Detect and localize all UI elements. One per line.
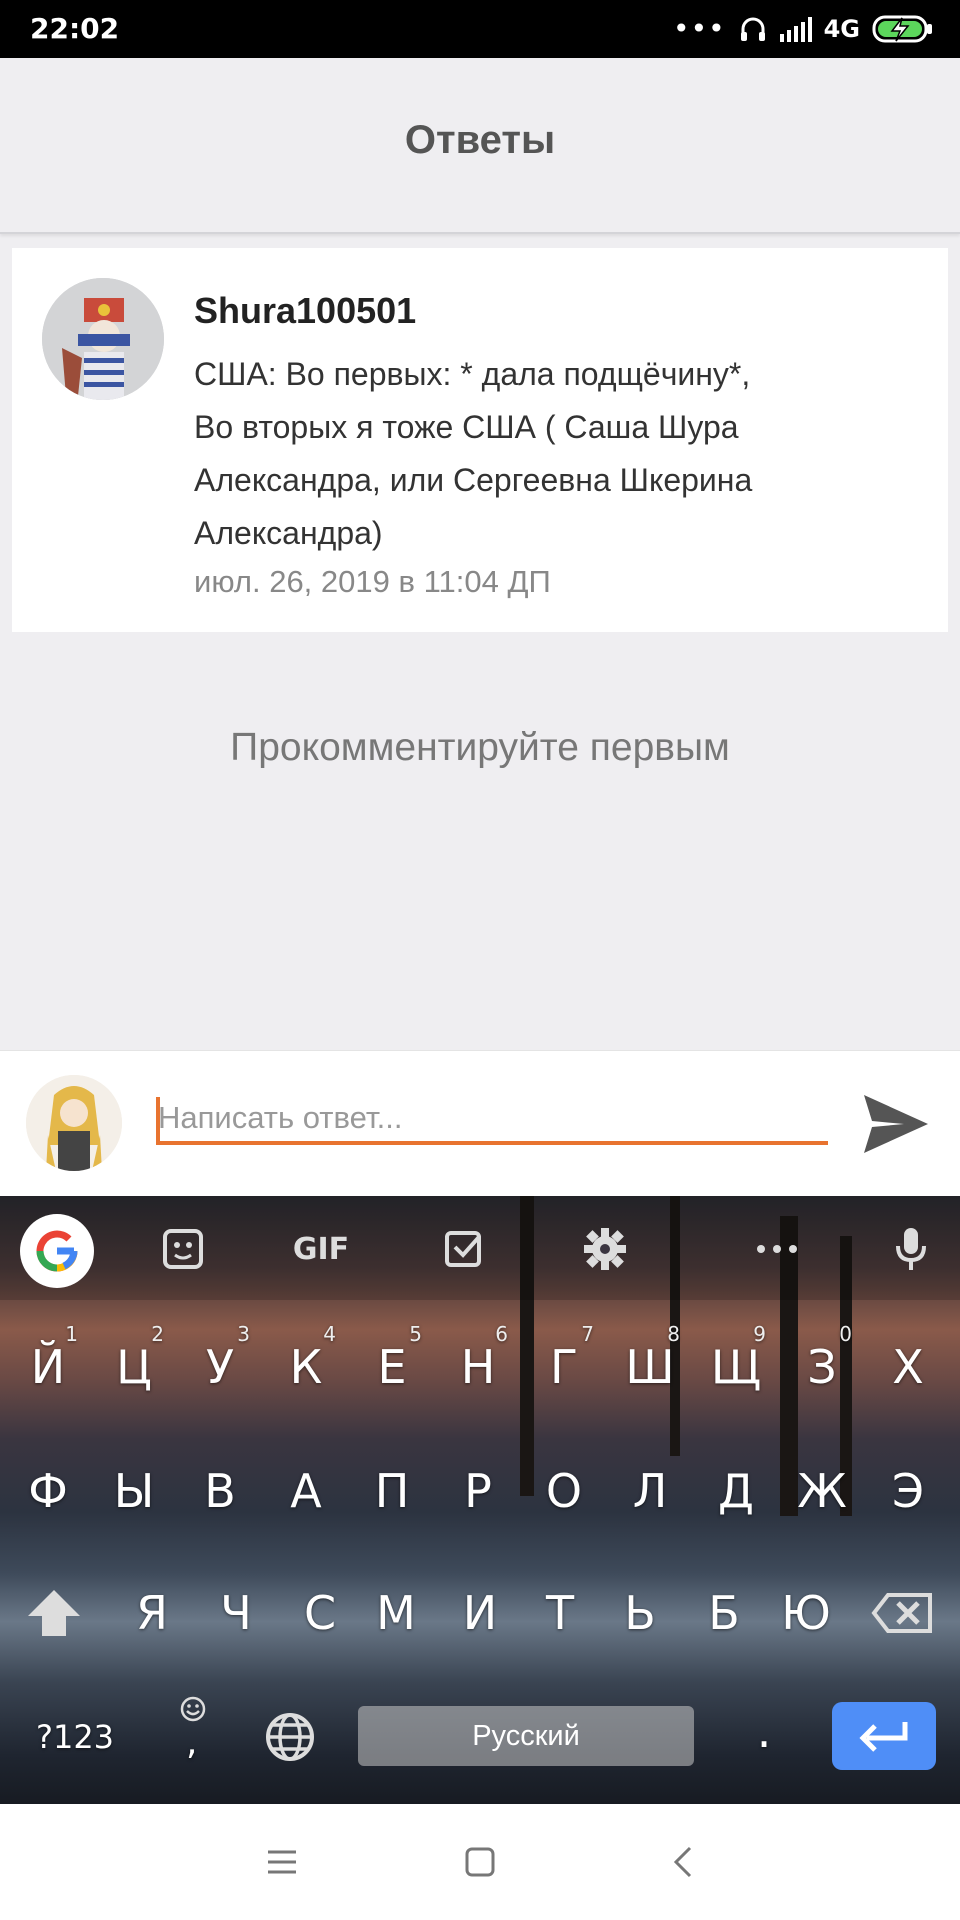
status-time: 22:02 [30,12,120,45]
enter-icon [859,1722,908,1752]
comment-line: США: Во первых: * дала подщёчину*, [194,356,751,392]
key[interactable]: Т [520,1568,600,1658]
key[interactable]: Ы [94,1446,174,1536]
back-button[interactable] [658,1838,706,1886]
key[interactable]: Ц2 [94,1322,174,1412]
network-type: 4G [823,15,860,43]
key[interactable]: Э [868,1446,948,1536]
system-nav-bar [0,1804,960,1920]
signal-icon [779,16,812,42]
emoji-comma-key[interactable]: , [156,1686,230,1776]
author-avatar-image [42,278,164,400]
key[interactable]: З0 [782,1322,862,1412]
key[interactable]: П [352,1446,432,1536]
symbols-key[interactable]: ?123 [30,1692,120,1782]
send-icon [864,1095,928,1153]
key[interactable]: Щ9 [696,1322,776,1412]
status-icons: ••• 4G [673,10,934,48]
key[interactable]: М [356,1568,436,1658]
key[interactable]: И [440,1568,520,1658]
key[interactable]: Л [610,1446,690,1536]
key[interactable]: Я [112,1568,192,1658]
back-chevron-icon [673,1846,692,1878]
reply-bar [0,1050,960,1196]
settings-button[interactable] [570,1214,640,1284]
backspace-key[interactable] [862,1568,942,1658]
empty-replies-note: Прокомментируйте первым [230,726,730,769]
microphone-icon [896,1228,926,1270]
author-avatar[interactable] [42,278,164,400]
comment-author[interactable]: Shura100501 [194,290,416,332]
period-key[interactable]: . [724,1686,804,1776]
clipboard-button[interactable] [428,1214,498,1284]
key[interactable]: Ш8 [610,1322,690,1412]
google-button[interactable] [20,1214,94,1288]
comment-line: Александра, или Сергеевна Шкерина [194,462,753,498]
comment-line: Александра) [194,515,383,551]
key[interactable]: О [524,1446,604,1536]
gear-icon [584,1228,626,1270]
shift-key[interactable] [14,1568,94,1658]
key[interactable]: Ю [766,1568,846,1658]
menu-icon [268,1850,296,1874]
comment-timestamp: июл. 26, 2019 в 11:04 ДП [194,564,551,599]
key[interactable]: А [266,1446,346,1536]
key[interactable]: Г7 [524,1322,604,1412]
key[interactable]: С [280,1568,360,1658]
sticker-button[interactable] [148,1214,218,1284]
key[interactable]: Х [868,1322,948,1412]
comment-body: США: Во первых: * дала подщёчину*, Во вт… [194,348,914,560]
enter-key[interactable] [832,1702,936,1770]
send-button[interactable] [858,1087,932,1161]
battery-charging-icon [872,15,932,43]
key[interactable]: Б [684,1568,764,1658]
key[interactable]: Д [696,1446,776,1536]
text-cursor [156,1097,160,1143]
my-avatar-image [26,1075,122,1171]
key[interactable]: Р [438,1446,518,1536]
home-square-icon [465,1847,495,1877]
more-button[interactable] [742,1214,812,1284]
comma-label: , [186,1722,198,1763]
page-title: Ответы [404,118,556,162]
keyboard: GIF Й 1 Ц 2 У 3 К 4 Е 5 Н 6 Г 7 Ш 8 Щ 9 … [0,1196,960,1804]
key[interactable]: Е5 [352,1322,432,1412]
key[interactable]: К4 [266,1322,346,1412]
globe-icon [266,1713,314,1761]
key[interactable]: В [180,1446,260,1536]
clipboard-icon [445,1231,481,1267]
more-horizontal-icon [757,1245,797,1253]
reply-input[interactable] [156,1095,828,1145]
backspace-icon [871,1593,932,1633]
key[interactable]: Ч [196,1568,276,1658]
status-bar: 22:02 ••• 4G [0,0,960,58]
gif-button[interactable]: GIF [286,1214,356,1284]
key[interactable]: У3 [180,1322,260,1412]
shift-icon [28,1590,80,1636]
app-header: Ответы [0,58,960,234]
sticker-icon [163,1229,203,1269]
google-icon [36,1230,78,1272]
key[interactable]: Й1 [8,1322,88,1412]
home-button[interactable] [456,1838,504,1886]
menu-button[interactable] [258,1838,306,1886]
comment-line: Во вторых я тоже США ( Саша Шура [194,409,739,445]
key[interactable]: Ж [782,1446,862,1536]
headphones-icon [740,17,765,41]
emoji-icon [180,1696,206,1722]
key[interactable]: Ф [8,1446,88,1536]
my-avatar[interactable] [26,1075,122,1171]
language-key[interactable] [250,1692,330,1782]
notification-dots-icon: ••• [673,12,726,45]
space-key[interactable]: Русский [358,1706,694,1766]
key[interactable]: Н6 [438,1322,518,1412]
comment-card[interactable]: Shura100501 США: Во первых: * дала подщё… [12,248,948,632]
key[interactable]: Ь [600,1568,680,1658]
voice-input-button[interactable] [876,1214,946,1284]
